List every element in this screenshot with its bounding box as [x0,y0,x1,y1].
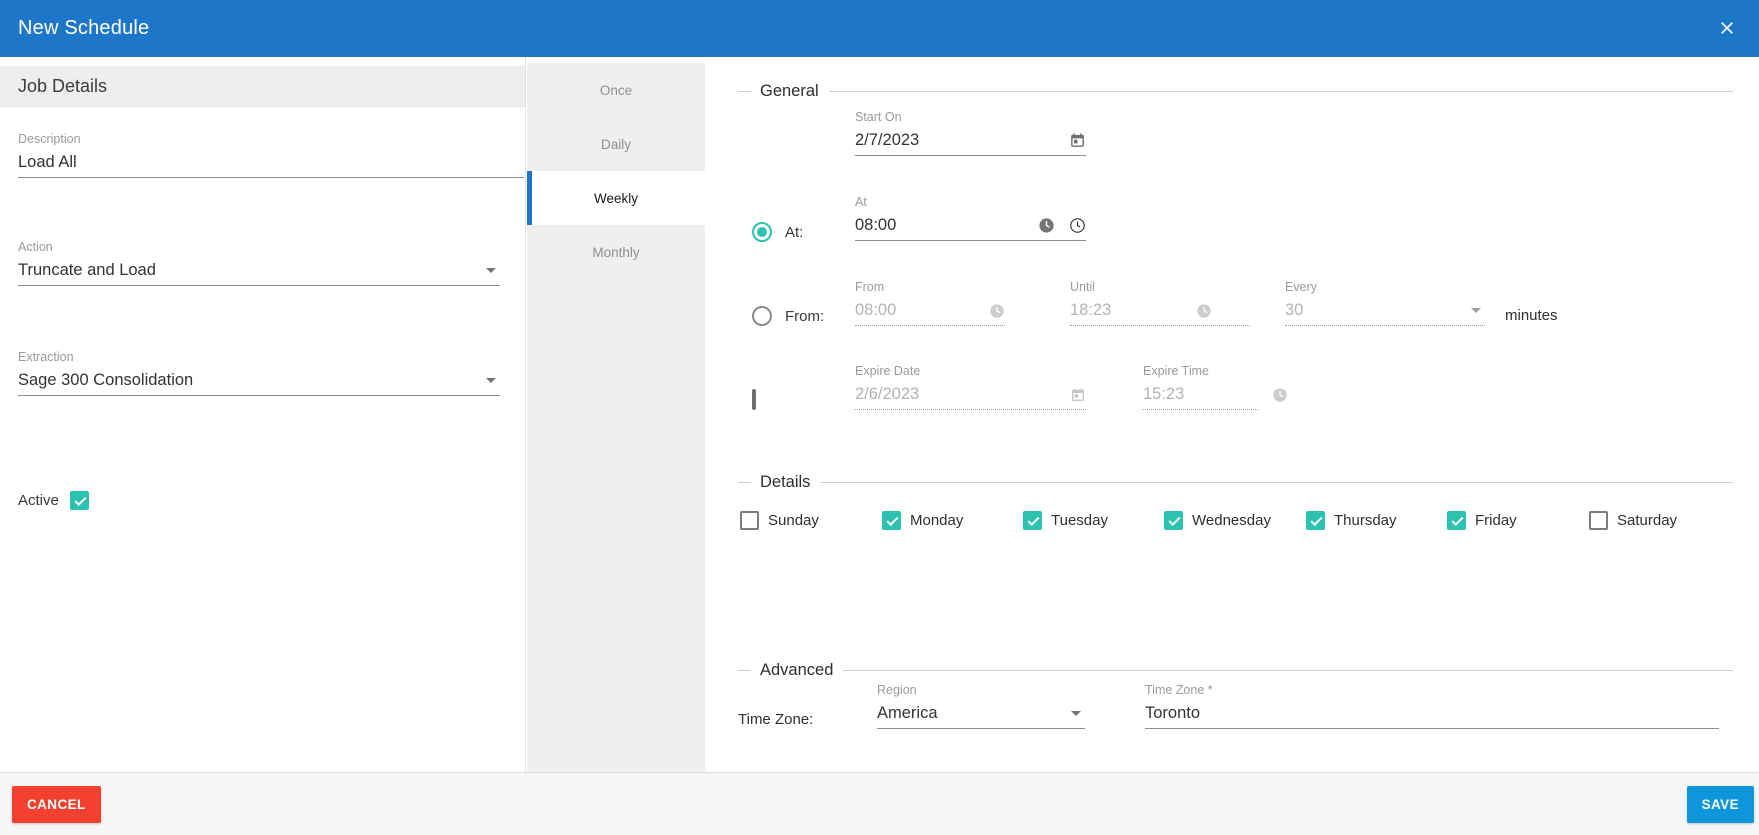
thursday-checkbox[interactable] [1306,511,1325,530]
expire-time-value: 15:23 [1143,385,1184,404]
close-icon[interactable] [1711,12,1743,44]
day-label: Wednesday [1192,512,1271,529]
tuesday-checkbox[interactable] [1023,511,1042,530]
expire-time-field: Expire Time 15:23 [1143,363,1258,410]
region-select[interactable]: Region America [877,682,1085,729]
details-section-header: Details [738,472,1733,492]
dropdown-arrow-icon [1071,711,1081,716]
from-time-value: 08:00 [855,301,896,320]
every-field-label: Every [1285,279,1485,296]
day-friday[interactable]: Friday [1447,511,1517,530]
extraction-label: Extraction [18,349,500,366]
day-label: Friday [1475,512,1517,529]
dropdown-arrow-icon [486,378,496,383]
every-dropdown: Every 30 [1285,279,1485,326]
dialog-footer: CANCEL SAVE [0,772,1759,835]
tab-once[interactable]: Once [527,63,705,117]
save-button[interactable]: SAVE [1687,786,1754,823]
day-label: Thursday [1334,512,1397,529]
from-field-label: From [855,279,1005,296]
day-thursday[interactable]: Thursday [1306,511,1397,530]
clock-disabled-icon [1196,303,1212,319]
at-time-value: 08:00 [855,216,896,235]
sunday-checkbox[interactable] [740,511,759,530]
dialog-header: New Schedule [0,0,1759,57]
dropdown-arrow-icon [486,268,496,273]
expire-date-value: 2/6/2023 [855,385,919,404]
at-time-field[interactable]: At 08:00 [855,194,1086,241]
start-on-value: 2/7/2023 [855,131,919,150]
general-section-header: General [738,81,1733,101]
tab-daily[interactable]: Daily [527,117,705,171]
description-label: Description [18,131,524,148]
advanced-legend: Advanced [760,661,833,680]
description-field[interactable]: Description Load All [18,131,524,178]
day-label: Sunday [768,512,819,529]
job-details-header: Job Details [0,66,525,107]
day-monday[interactable]: Monday [882,511,963,530]
schedule-type-tabs: Once Daily Weekly Monthly [527,63,705,772]
action-label: Action [18,239,500,256]
active-checkbox[interactable] [70,491,89,510]
expire-time-label: Expire Time [1143,363,1258,380]
wednesday-checkbox[interactable] [1164,511,1183,530]
monday-checkbox[interactable] [882,511,901,530]
region-value: America [877,704,938,723]
new-schedule-dialog: New Schedule Job Details Description Loa… [0,0,1759,835]
active-label: Active [18,492,59,509]
every-value: 30 [1285,301,1303,320]
schedule-form: General Start On 2/7/2023 At: At 08:00 [705,57,1759,772]
clock-disabled-icon [989,303,1005,319]
at-radio[interactable] [752,222,772,242]
day-tuesday[interactable]: Tuesday [1023,511,1108,530]
clock-disabled-icon [1272,387,1288,403]
expire-date-field: Expire Date 2/6/2023 [855,363,1086,410]
time-zone-label: Time Zone * [1145,682,1719,699]
day-label: Monday [910,512,963,529]
saturday-checkbox[interactable] [1589,511,1608,530]
cancel-button[interactable]: CANCEL [12,786,101,823]
dropdown-arrow-icon [1471,308,1481,313]
start-on-field[interactable]: Start On 2/7/2023 [855,109,1086,156]
details-legend: Details [760,473,810,492]
time-zone-row-label: Time Zone: [738,711,813,728]
time-zone-value: Toronto [1145,704,1200,723]
day-saturday[interactable]: Saturday [1589,511,1677,530]
dialog-title: New Schedule [18,17,149,40]
description-value: Load All [18,153,77,172]
region-label: Region [877,682,1085,699]
advanced-section-header: Advanced [738,660,1733,680]
tab-weekly[interactable]: Weekly [527,171,705,225]
from-radio[interactable] [752,306,772,326]
expire-checkbox[interactable] [752,389,756,410]
day-label: Saturday [1617,512,1677,529]
clock-filled-icon[interactable] [1038,217,1055,234]
calendar-icon[interactable] [1069,132,1086,149]
time-zone-field[interactable]: Time Zone * Toronto [1145,682,1719,729]
start-on-label: Start On [855,109,1086,126]
until-field-label: Until [1070,279,1250,296]
calendar-disabled-icon [1070,387,1086,403]
expire-date-label: Expire Date [855,363,1086,380]
from-time-field: From 08:00 [855,279,1005,326]
until-time-value: 18:23 [1070,301,1111,320]
from-radio-label: From: [785,308,824,325]
day-sunday[interactable]: Sunday [740,511,819,530]
job-details-title: Job Details [18,76,107,97]
day-wednesday[interactable]: Wednesday [1164,511,1271,530]
minutes-label: minutes [1505,307,1558,324]
friday-checkbox[interactable] [1447,511,1466,530]
at-radio-label: At: [785,224,803,241]
until-time-field: Until 18:23 [1070,279,1250,326]
job-details-panel: Job Details Description Load All Action … [0,57,526,772]
day-label: Tuesday [1051,512,1108,529]
action-select[interactable]: Action Truncate and Load [18,239,500,286]
at-field-label: At [855,194,1086,211]
general-legend: General [760,82,819,101]
clock-outline-icon[interactable] [1069,217,1086,234]
extraction-value: Sage 300 Consolidation [18,371,193,390]
action-value: Truncate and Load [18,261,156,280]
tab-monthly[interactable]: Monthly [527,225,705,279]
extraction-select[interactable]: Extraction Sage 300 Consolidation [18,349,500,396]
